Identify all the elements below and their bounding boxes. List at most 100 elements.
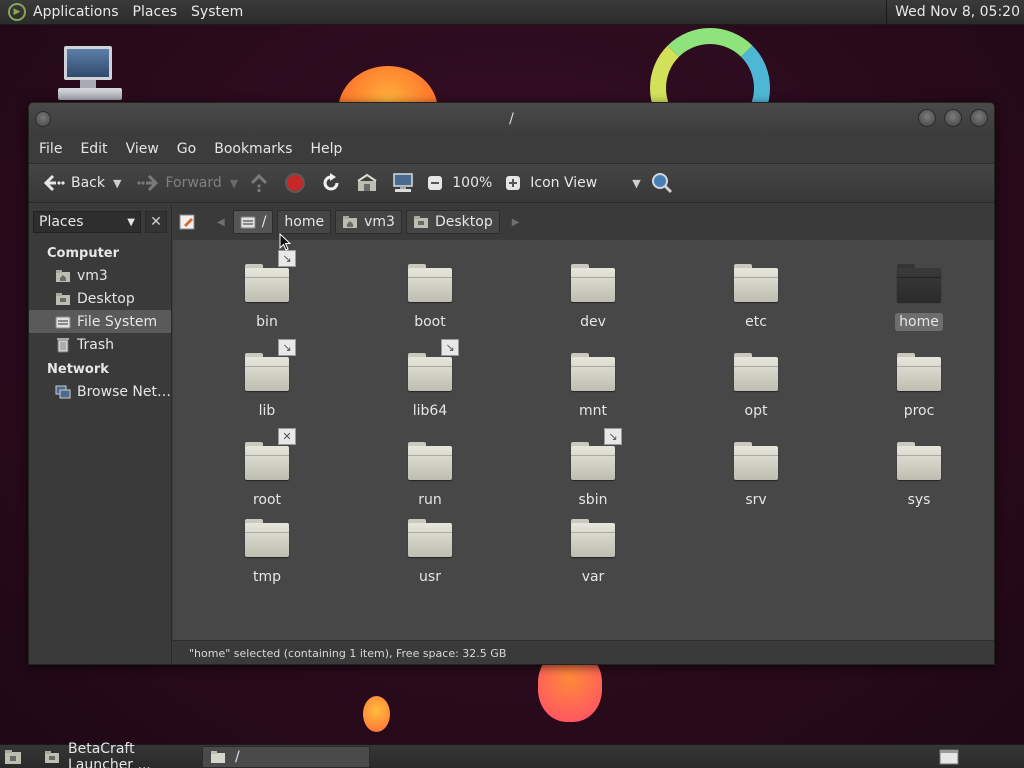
file-item-etc[interactable]: etc — [706, 260, 806, 340]
file-item-sbin[interactable]: ↘ sbin — [543, 428, 643, 518]
symlink-emblem-icon: ↘ — [604, 428, 622, 445]
search-icon[interactable] — [651, 172, 673, 194]
sidebar: Places ▼ ✕ Computer vm3 Desktop File Sys… — [29, 204, 172, 664]
file-item-boot[interactable]: boot — [380, 260, 480, 340]
menu-go[interactable]: Go — [177, 141, 196, 157]
computer-icon[interactable] — [392, 172, 414, 194]
mouse-cursor-icon — [279, 233, 291, 251]
path-scroll-left-icon[interactable]: ◀ — [217, 217, 225, 228]
sidebar-item-trash[interactable]: Trash — [29, 333, 171, 356]
file-label: boot — [414, 314, 446, 330]
drive-icon — [55, 314, 71, 330]
applications-menu[interactable]: Applications — [33, 4, 119, 20]
crumb-root[interactable]: / — [232, 210, 274, 234]
symlink-emblem-icon: ↘ — [441, 339, 459, 356]
file-item-sys[interactable]: sys — [869, 438, 969, 518]
menu-bookmarks[interactable]: Bookmarks — [214, 141, 292, 157]
status-bar: "home" selected (containing 1 item), Fre… — [173, 640, 994, 664]
sidebar-places-combo[interactable]: Places ▼ — [33, 211, 141, 233]
crumb-label: Desktop — [434, 214, 493, 230]
sidebar-item-browse-network[interactable]: Browse Net… — [29, 380, 171, 403]
menu-edit[interactable]: Edit — [80, 141, 107, 157]
symlink-emblem-icon: ↘ — [278, 250, 296, 267]
symlink-emblem-icon: ↘ — [278, 339, 296, 356]
forward-history-dropdown-icon[interactable]: ▼ — [230, 177, 238, 190]
file-label: tmp — [252, 569, 281, 585]
maximize-button[interactable] — [944, 109, 962, 127]
file-item-root[interactable]: ✕ root — [217, 428, 317, 518]
zoom-out-icon[interactable] — [424, 172, 446, 194]
sidebar-item-desktop[interactable]: Desktop — [29, 287, 171, 310]
file-item-var[interactable]: var — [543, 515, 643, 595]
crumb-home[interactable]: home — [277, 210, 332, 234]
file-label: srv — [745, 492, 767, 508]
menu-view[interactable]: View — [126, 141, 159, 157]
file-item-tmp[interactable]: tmp — [217, 515, 317, 595]
location-edit-button[interactable] — [177, 211, 199, 233]
edit-icon — [179, 214, 195, 230]
back-button[interactable]: Back — [37, 168, 111, 198]
file-item-dev[interactable]: dev — [543, 260, 643, 340]
places-menu[interactable]: Places — [133, 4, 178, 20]
trash-applet[interactable] — [938, 748, 960, 766]
taskbar-item-file-manager[interactable]: / — [202, 745, 370, 768]
sidebar-item-label: Browse Net… — [77, 383, 172, 400]
decor-small-blob — [363, 696, 390, 732]
minimize-button[interactable] — [918, 109, 936, 127]
path-scroll-right-icon[interactable]: ▶ — [512, 217, 520, 228]
bottom-panel: BetaCraft Launcher ... / — [0, 741, 1024, 768]
unreadable-emblem-icon: ✕ — [278, 428, 296, 445]
places-combo-label: Places — [39, 214, 84, 230]
menu-help[interactable]: Help — [310, 141, 342, 157]
file-item-bin[interactable]: ↘ bin — [217, 250, 317, 340]
file-item-usr[interactable]: usr — [380, 515, 480, 595]
zoom-level[interactable]: 100% — [452, 175, 492, 191]
file-label: dev — [580, 314, 606, 330]
back-history-dropdown-icon[interactable]: ▼ — [113, 177, 121, 190]
back-label: Back — [71, 175, 105, 191]
view-mode-dropdown-icon[interactable]: ▼ — [632, 177, 640, 190]
file-item-mnt[interactable]: mnt — [543, 349, 643, 429]
mate-logo-icon[interactable]: ▶ — [8, 3, 26, 21]
window-titlebar[interactable]: / — [29, 103, 994, 135]
task-label: / — [235, 748, 240, 765]
forward-button[interactable]: Forward — [131, 168, 227, 198]
home-icon[interactable] — [356, 172, 378, 194]
crumb-label: home — [284, 214, 325, 230]
file-label: var — [581, 569, 605, 585]
sidebar-item-file-system[interactable]: File System — [29, 310, 171, 333]
menu-file[interactable]: File — [39, 141, 62, 157]
crumb-label: vm3 — [364, 214, 395, 230]
sidebar-item-label: Trash — [77, 336, 114, 353]
top-panel: ▶ Applications Places System Wed Nov 8, … — [0, 0, 1024, 25]
file-label: proc — [903, 403, 935, 419]
close-button[interactable] — [970, 109, 988, 127]
crumb-vm3[interactable]: vm3 — [335, 210, 402, 234]
stop-icon[interactable] — [284, 172, 306, 194]
reload-icon[interactable] — [320, 172, 342, 194]
file-label: lib64 — [412, 403, 448, 419]
file-icon-view[interactable]: ↘ bin boot dev etc home ↘ lib ↘ lib64 mn… — [173, 240, 994, 640]
sidebar-close-button[interactable]: ✕ — [145, 211, 167, 233]
show-desktop-button[interactable] — [2, 748, 24, 766]
up-arrow-icon[interactable] — [248, 172, 270, 194]
file-item-lib[interactable]: ↘ lib — [217, 339, 317, 429]
file-item-lib64[interactable]: ↘ lib64 — [380, 339, 480, 429]
file-item-srv[interactable]: srv — [706, 438, 806, 518]
view-mode-select[interactable]: Icon View — [530, 175, 620, 191]
computer-desktop-icon[interactable] — [58, 44, 122, 102]
system-menu[interactable]: System — [191, 4, 243, 20]
file-item-proc[interactable]: proc — [869, 349, 969, 429]
file-item-run[interactable]: run — [380, 438, 480, 518]
file-label: etc — [745, 314, 767, 330]
sidebar-item-vm3[interactable]: vm3 — [29, 264, 171, 287]
file-item-home[interactable]: home — [869, 260, 969, 340]
clock-applet[interactable]: Wed Nov 8, 05:20 — [886, 0, 1024, 25]
toolbar: Back ▼ Forward ▼ 100% Icon View ▼ — [29, 163, 994, 203]
taskbar-item-betacraft[interactable]: BetaCraft Launcher ... — [38, 741, 202, 768]
window-menu-button[interactable] — [35, 111, 51, 127]
zoom-in-icon[interactable] — [502, 172, 524, 194]
crumb-desktop[interactable]: Desktop — [405, 210, 500, 234]
file-label: mnt — [579, 403, 607, 419]
file-item-opt[interactable]: opt — [706, 349, 806, 429]
